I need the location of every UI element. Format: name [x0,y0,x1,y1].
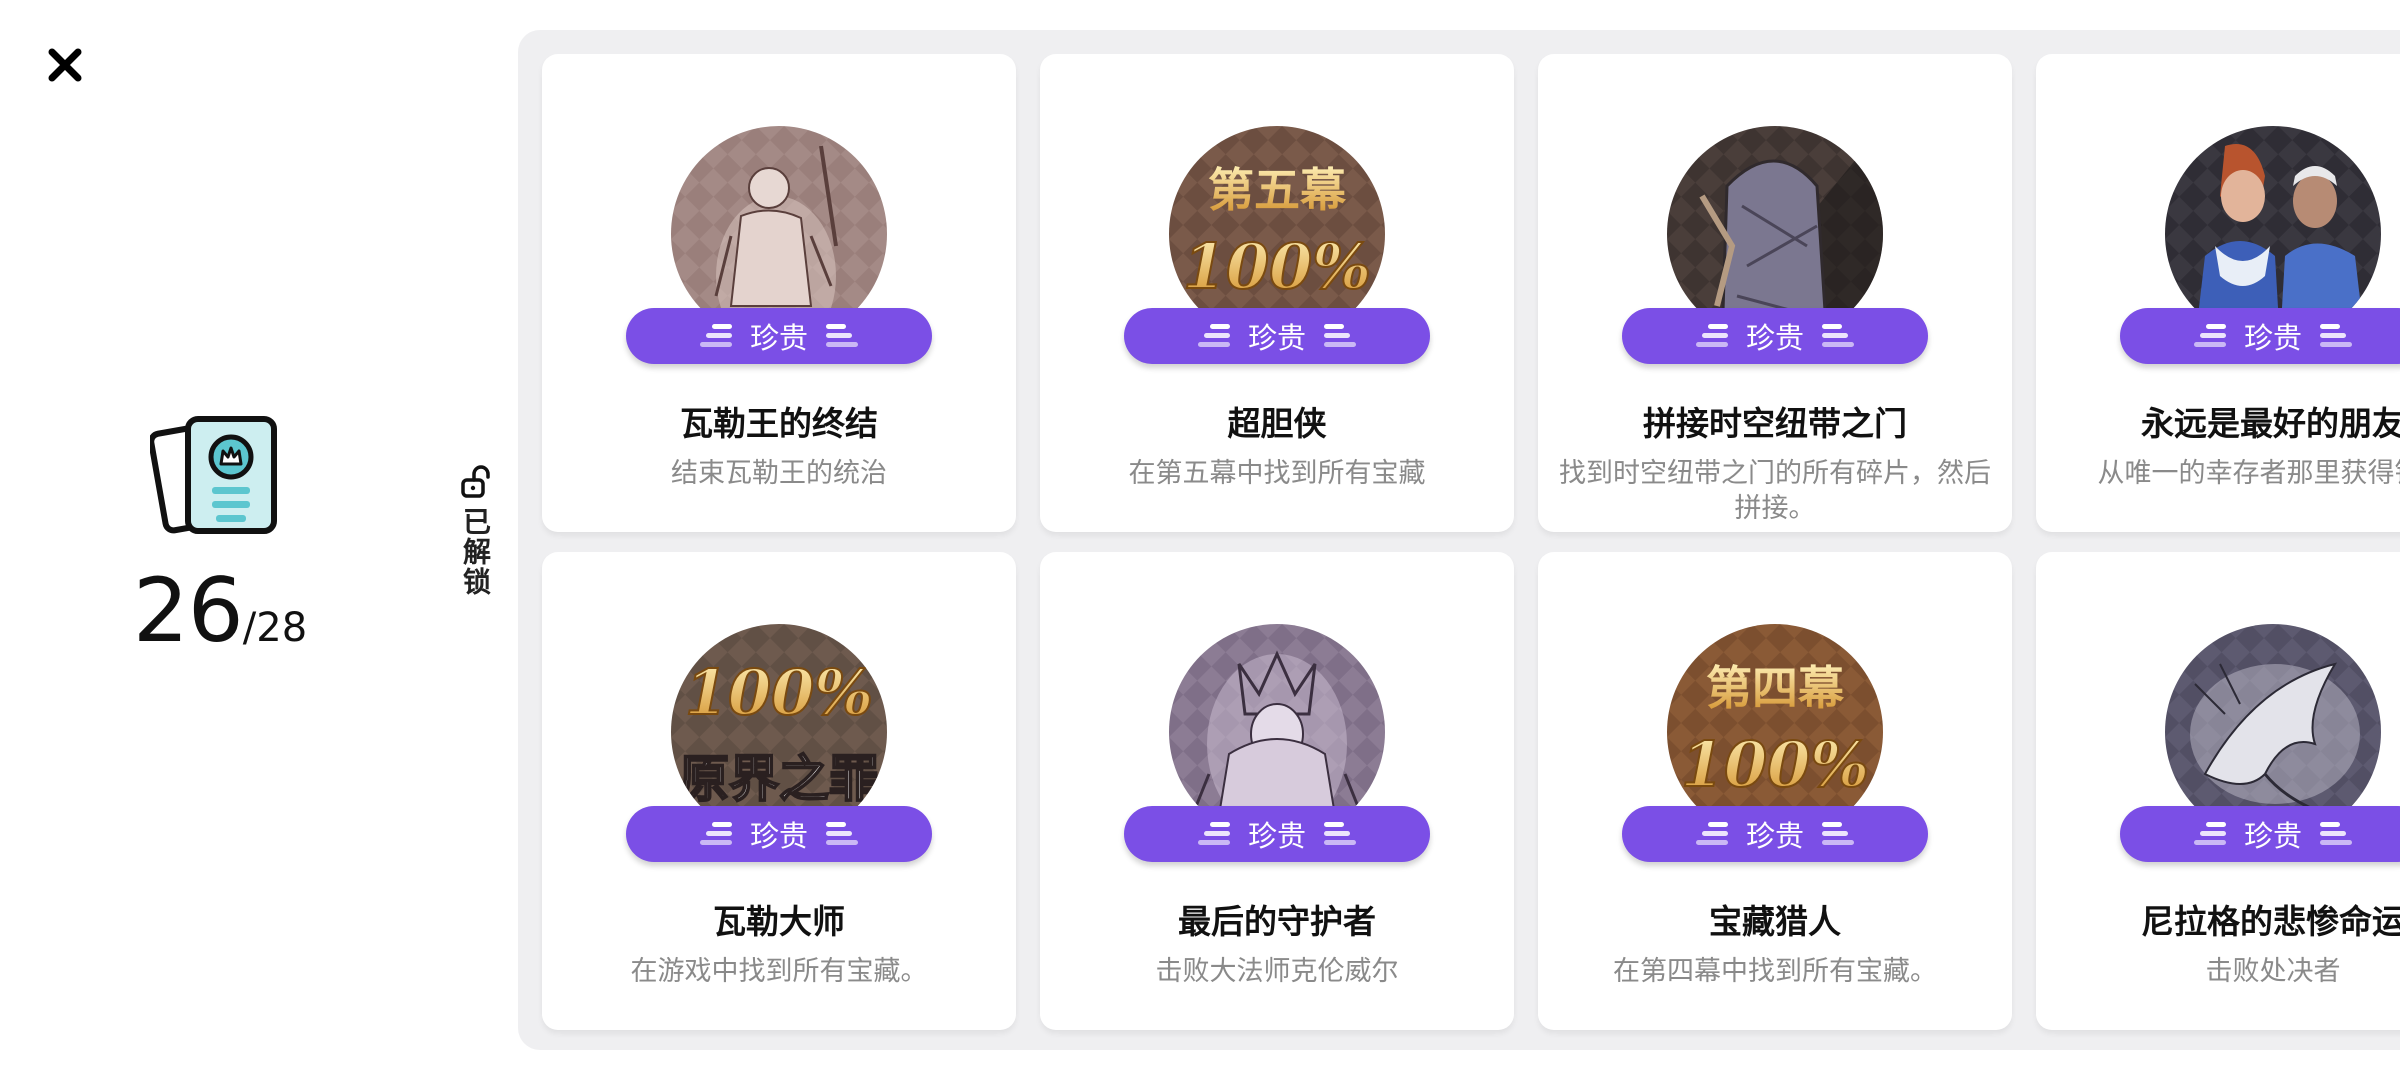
achievement-card[interactable]: 珍贵 瓦勒王的终结 结束瓦勒王的统治 [542,54,1016,532]
rarity-badge: 珍贵 [1124,308,1430,364]
achievement-description: 击败大法师克伦威尔 [1155,956,1399,987]
unlocked-filter-label: 已解锁 [459,507,492,597]
rarity-badge: 珍贵 [626,308,932,364]
badge-deco-icon [1822,324,1854,347]
achievement-summary: 26 /28 [120,415,320,655]
medal-text: 第五幕 [1208,163,1347,217]
badge-deco-icon [1324,324,1356,347]
rarity-label: 珍贵 [749,819,808,853]
achievement-title: 永远是最好的朋友 [2141,404,2400,443]
medal-text: 100% [1183,230,1371,303]
achievement-title: 超胆侠 [1227,404,1327,443]
rarity-badge: 珍贵 [1622,308,1928,364]
achievement-title: 尼拉格的悲惨命运 [2141,902,2400,941]
badge-deco-icon [699,324,732,347]
unlock-icon [461,465,490,498]
rarity-badge: 珍贵 [2120,806,2400,862]
achievement-grid: 珍贵 瓦勒王的终结 结束瓦勒王的统治 第五幕 100% 珍贵 超胆侠 在第五幕中… [542,54,2400,1030]
achievement-card[interactable]: 第四幕 100% 珍贵 宝藏猎人 在第四幕中找到所有宝藏。 [1538,552,2012,1030]
rarity-label: 珍贵 [1247,819,1306,853]
achievement-description: 击败处决者 [2205,956,2341,987]
achievement-card[interactable]: 100% 原界之罪 珍贵 瓦勒大师 在游戏中找到所有宝藏。 [542,552,1016,1030]
medal-text: 100% [685,656,873,729]
badge-deco-icon [826,324,858,347]
achievement-description: 在第五幕中找到所有宝藏 [1128,458,1426,489]
achievements-screen: 26 /28 已解锁 珍贵 瓦勒王的终结 结束瓦勒王的统治 第五幕 100% 珍… [0,0,2400,1080]
achievement-title: 瓦勒大师 [713,902,845,941]
rarity-label: 珍贵 [1745,819,1804,853]
badge-deco-icon [1822,822,1854,845]
rarity-badge: 珍贵 [626,806,932,862]
badge-deco-icon [826,822,858,845]
rarity-badge: 珍贵 [1124,806,1430,862]
rarity-label: 珍贵 [1745,321,1804,355]
total-count: /28 [242,605,308,651]
rarity-label: 珍贵 [2243,321,2302,355]
achievement-description: 找到时空纽带之门的所有碎片，然后拼接。 [1559,458,1991,524]
unlocked-filter-toggle[interactable]: 已解锁 [450,465,500,597]
achievement-description: 在第四幕中找到所有宝藏。 [1613,956,1937,987]
achievement-card[interactable]: 珍贵 尼拉格的悲惨命运 击败处决者 [2036,552,2400,1030]
badge-deco-icon [2193,822,2226,845]
badge-deco-icon [699,822,732,845]
rarity-label: 珍贵 [2243,819,2302,853]
badge-deco-icon [2320,822,2352,845]
achievement-title: 瓦勒王的终结 [680,404,878,443]
rarity-badge: 珍贵 [1622,806,1928,862]
rarity-badge: 珍贵 [2120,308,2400,364]
achievement-card[interactable]: 珍贵 最后的守护者 击败大法师克伦威尔 [1040,552,1514,1030]
rarity-label: 珍贵 [1247,321,1306,355]
achievement-card[interactable]: 珍贵 永远是最好的朋友 从唯一的幸存者那里获得钥匙 [2036,54,2400,532]
badge-deco-icon [1324,822,1356,845]
badge-deco-icon [2193,324,2226,347]
rarity-label: 珍贵 [749,321,808,355]
medal-text: 100% [1681,728,1869,801]
achievement-card[interactable]: 珍贵 拼接时空纽带之门 找到时空纽带之门的所有碎片，然后拼接。 [1538,54,2012,532]
achievement-title: 宝藏猎人 [1709,902,1841,941]
achievement-description: 结束瓦勒王的统治 [671,458,887,489]
close-icon [48,48,82,82]
badge-deco-icon [1695,324,1728,347]
badge-deco-icon [1695,822,1728,845]
badge-deco-icon [1197,822,1230,845]
unlocked-count: 26 [132,559,244,662]
achievement-card[interactable]: 第五幕 100% 珍贵 超胆侠 在第五幕中找到所有宝藏 [1040,54,1514,532]
achievement-description: 从唯一的幸存者那里获得钥匙 [2097,458,2400,489]
close-button[interactable] [40,40,90,90]
achievement-title: 最后的守护者 [1178,902,1376,941]
badge-deco-icon [1197,324,1230,347]
achievement-description: 在游戏中找到所有宝藏。 [630,956,928,987]
achievement-cards-icon [150,416,277,534]
medal-text: 第四幕 [1706,661,1845,715]
badge-deco-icon [2320,324,2352,347]
medal-text: 原界之罪 [679,749,879,808]
achievement-count: 26 /28 [133,567,307,655]
achievement-title: 拼接时空纽带之门 [1643,404,1907,443]
